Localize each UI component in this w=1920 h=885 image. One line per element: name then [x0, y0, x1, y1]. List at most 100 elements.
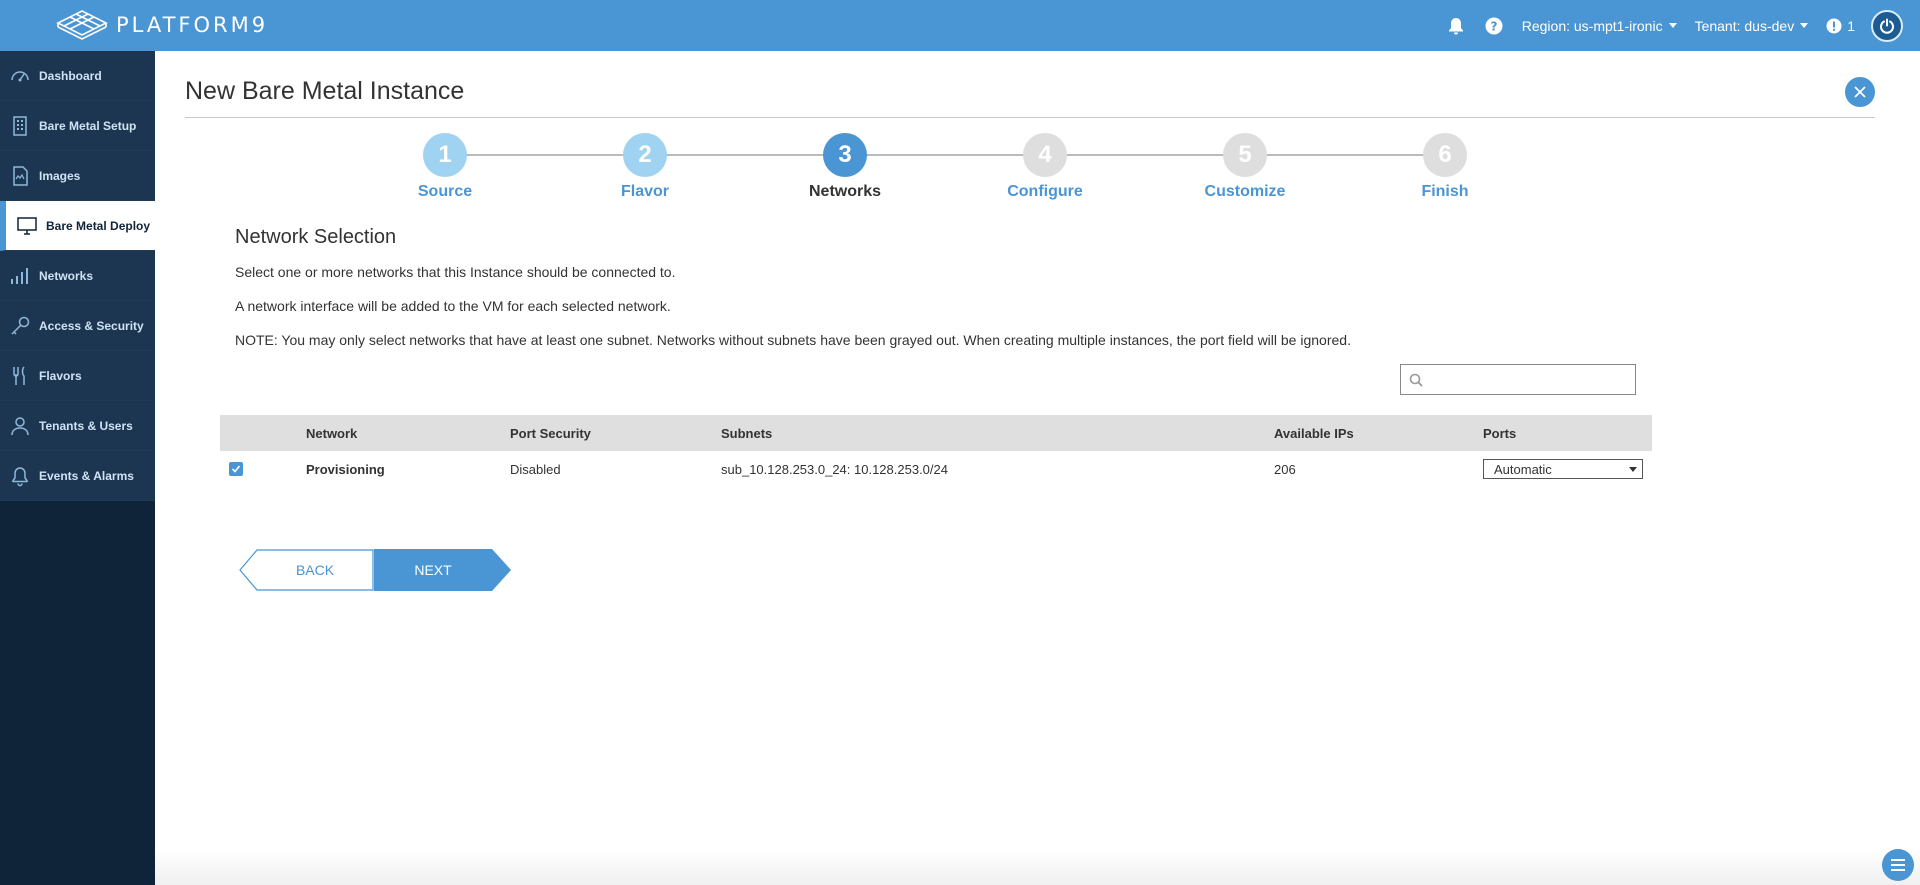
next-button[interactable]: NEXT [374, 549, 511, 591]
main-content: New Bare Metal Instance 1 Source 2 Flavo… [155, 51, 1920, 885]
step-number: 6 [1423, 133, 1467, 177]
alerts-indicator[interactable]: 1 [1826, 18, 1855, 34]
row-checkbox[interactable] [229, 462, 243, 476]
user-icon [11, 416, 29, 435]
key-icon [11, 316, 30, 335]
utensils-icon [13, 365, 25, 385]
header-subnets: Subnets [721, 425, 773, 441]
top-bar: PLATFORM9 ? Region: us-mpt1-ironic Tenan… [0, 0, 1920, 51]
networks-table: Network Port Security Subnets Available … [220, 415, 1652, 487]
sidebar-item-label: Events & Alarms [39, 468, 134, 483]
page-title: New Bare Metal Instance [185, 77, 465, 105]
sidebar-item-label: Tenants & Users [39, 418, 133, 433]
sidebar-item-label: Networks [39, 268, 94, 283]
subnets-value: sub_10.128.253.0_24: 10.128.253.0/24 [721, 461, 948, 477]
step-label: Customize [1204, 183, 1286, 200]
sidebar-item-label: Images [39, 168, 81, 183]
search-input[interactable] [1427, 366, 1627, 393]
interface-info-text: A network interface will be added to the… [235, 298, 671, 314]
sidebar-item-flavors[interactable]: Flavors [0, 351, 155, 401]
help-icon[interactable]: ? [1484, 16, 1504, 36]
image-icon [13, 165, 28, 186]
step-finish[interactable]: 6 Finish [1395, 133, 1495, 201]
back-button-label: BACK [295, 562, 335, 578]
row-select-cell [220, 462, 306, 476]
step-source[interactable]: 1 Source [395, 133, 495, 201]
step-number: 3 [823, 133, 867, 177]
svg-text:?: ? [1490, 19, 1497, 33]
step-configure[interactable]: 4 Configure [995, 133, 1095, 201]
chevron-down-icon [1800, 23, 1809, 28]
step-label: Flavor [620, 183, 669, 200]
step-customize[interactable]: 5 Customize [1195, 133, 1295, 201]
sidebar-item-dashboard[interactable]: Dashboard [0, 51, 155, 101]
close-button[interactable] [1845, 77, 1875, 107]
chevron-down-icon [1668, 23, 1677, 28]
network-name: Provisioning [306, 461, 385, 477]
step-number: 4 [1023, 133, 1067, 177]
sidebar-item-label: Dashboard [39, 68, 102, 83]
tenant-label: Tenant: dus-dev [1694, 17, 1795, 34]
ports-select[interactable]: Automatic [1483, 459, 1643, 479]
sidebar-item-label: Bare Metal Deploy [46, 218, 151, 233]
port-security-value: Disabled [510, 461, 561, 477]
bell-icon[interactable] [1446, 16, 1466, 36]
title-divider [185, 117, 1875, 118]
hamburger-icon [1891, 859, 1905, 871]
header-network: Network [306, 425, 358, 441]
platform9-logo[interactable]: PLATFORM9 [56, 9, 268, 41]
bell-outline-icon [12, 466, 28, 486]
tenant-selector[interactable]: Tenant: dus-dev [1695, 18, 1809, 34]
step-number: 5 [1223, 133, 1267, 177]
note-text: NOTE: You may only select networks that … [235, 332, 1351, 348]
check-icon [231, 465, 241, 473]
sidebar-item-label: Flavors [39, 368, 82, 383]
sidebar-item-networks[interactable]: Networks [0, 251, 155, 301]
dashboard-icon [11, 70, 29, 81]
building-icon [13, 115, 27, 136]
sidebar-item-events-alarms[interactable]: Events & Alarms [0, 451, 155, 501]
alert-icon [1826, 18, 1842, 33]
step-label: Networks [808, 183, 882, 200]
sidebar-item-bare-metal-setup[interactable]: Bare Metal Setup [0, 101, 155, 151]
step-number: 2 [623, 133, 667, 177]
step-label: Finish [1421, 183, 1469, 200]
available-ips-value: 206 [1274, 461, 1296, 477]
sidebar-item-bare-metal-deploy[interactable]: Bare Metal Deploy [0, 201, 155, 251]
next-button-label: NEXT [414, 562, 452, 578]
sidebar-item-tenants-users[interactable]: Tenants & Users [0, 401, 155, 451]
step-label: Configure [1007, 183, 1083, 200]
section-title: Network Selection [235, 226, 397, 248]
header-available-ips: Available IPs [1274, 425, 1354, 441]
region-selector[interactable]: Region: us-mpt1-ironic [1522, 18, 1677, 34]
search-icon [1409, 373, 1423, 387]
sidebar-item-images[interactable]: Images [0, 151, 155, 201]
search-field[interactable] [1400, 364, 1636, 395]
step-networks[interactable]: 3 Networks [795, 133, 895, 201]
header-ports: Ports [1483, 425, 1517, 441]
close-icon [1854, 86, 1866, 98]
header-port-security: Port Security [510, 425, 591, 441]
logo-grid-icon [56, 10, 108, 40]
step-label: Source [417, 183, 473, 200]
table-row[interactable]: Provisioning Disabled sub_10.128.253.0_2… [220, 451, 1652, 487]
bottom-shade [155, 850, 1920, 885]
step-flavor[interactable]: 2 Flavor [595, 133, 695, 201]
sidebar-item-access-security[interactable]: Access & Security [0, 301, 155, 351]
table-header: Network Port Security Subnets Available … [220, 415, 1652, 451]
wizard-stepper: 1 Source 2 Flavor 3 Networks 4 Configure… [155, 133, 1920, 203]
ports-selected-value: Automatic [1494, 461, 1552, 477]
sidebar: Dashboard Bare Metal Setup Images Bare M… [0, 51, 155, 885]
sidebar-item-label: Access & Security [39, 318, 144, 333]
sidebar-item-label: Bare Metal Setup [39, 118, 137, 133]
alert-count: 1 [1847, 17, 1855, 34]
instruction-text: Select one or more networks that this In… [235, 264, 676, 280]
chevron-down-icon [1629, 466, 1637, 472]
monitor-icon [17, 216, 37, 235]
menu-fab-button[interactable] [1882, 849, 1914, 881]
power-icon[interactable] [1871, 9, 1903, 42]
logo-text: PLATFORM9 [116, 13, 269, 37]
region-label: Region: us-mpt1-ironic [1521, 17, 1663, 34]
top-right-controls: ? Region: us-mpt1-ironic Tenant: dus-dev… [1446, 0, 1920, 51]
back-button[interactable]: BACK [239, 549, 374, 591]
